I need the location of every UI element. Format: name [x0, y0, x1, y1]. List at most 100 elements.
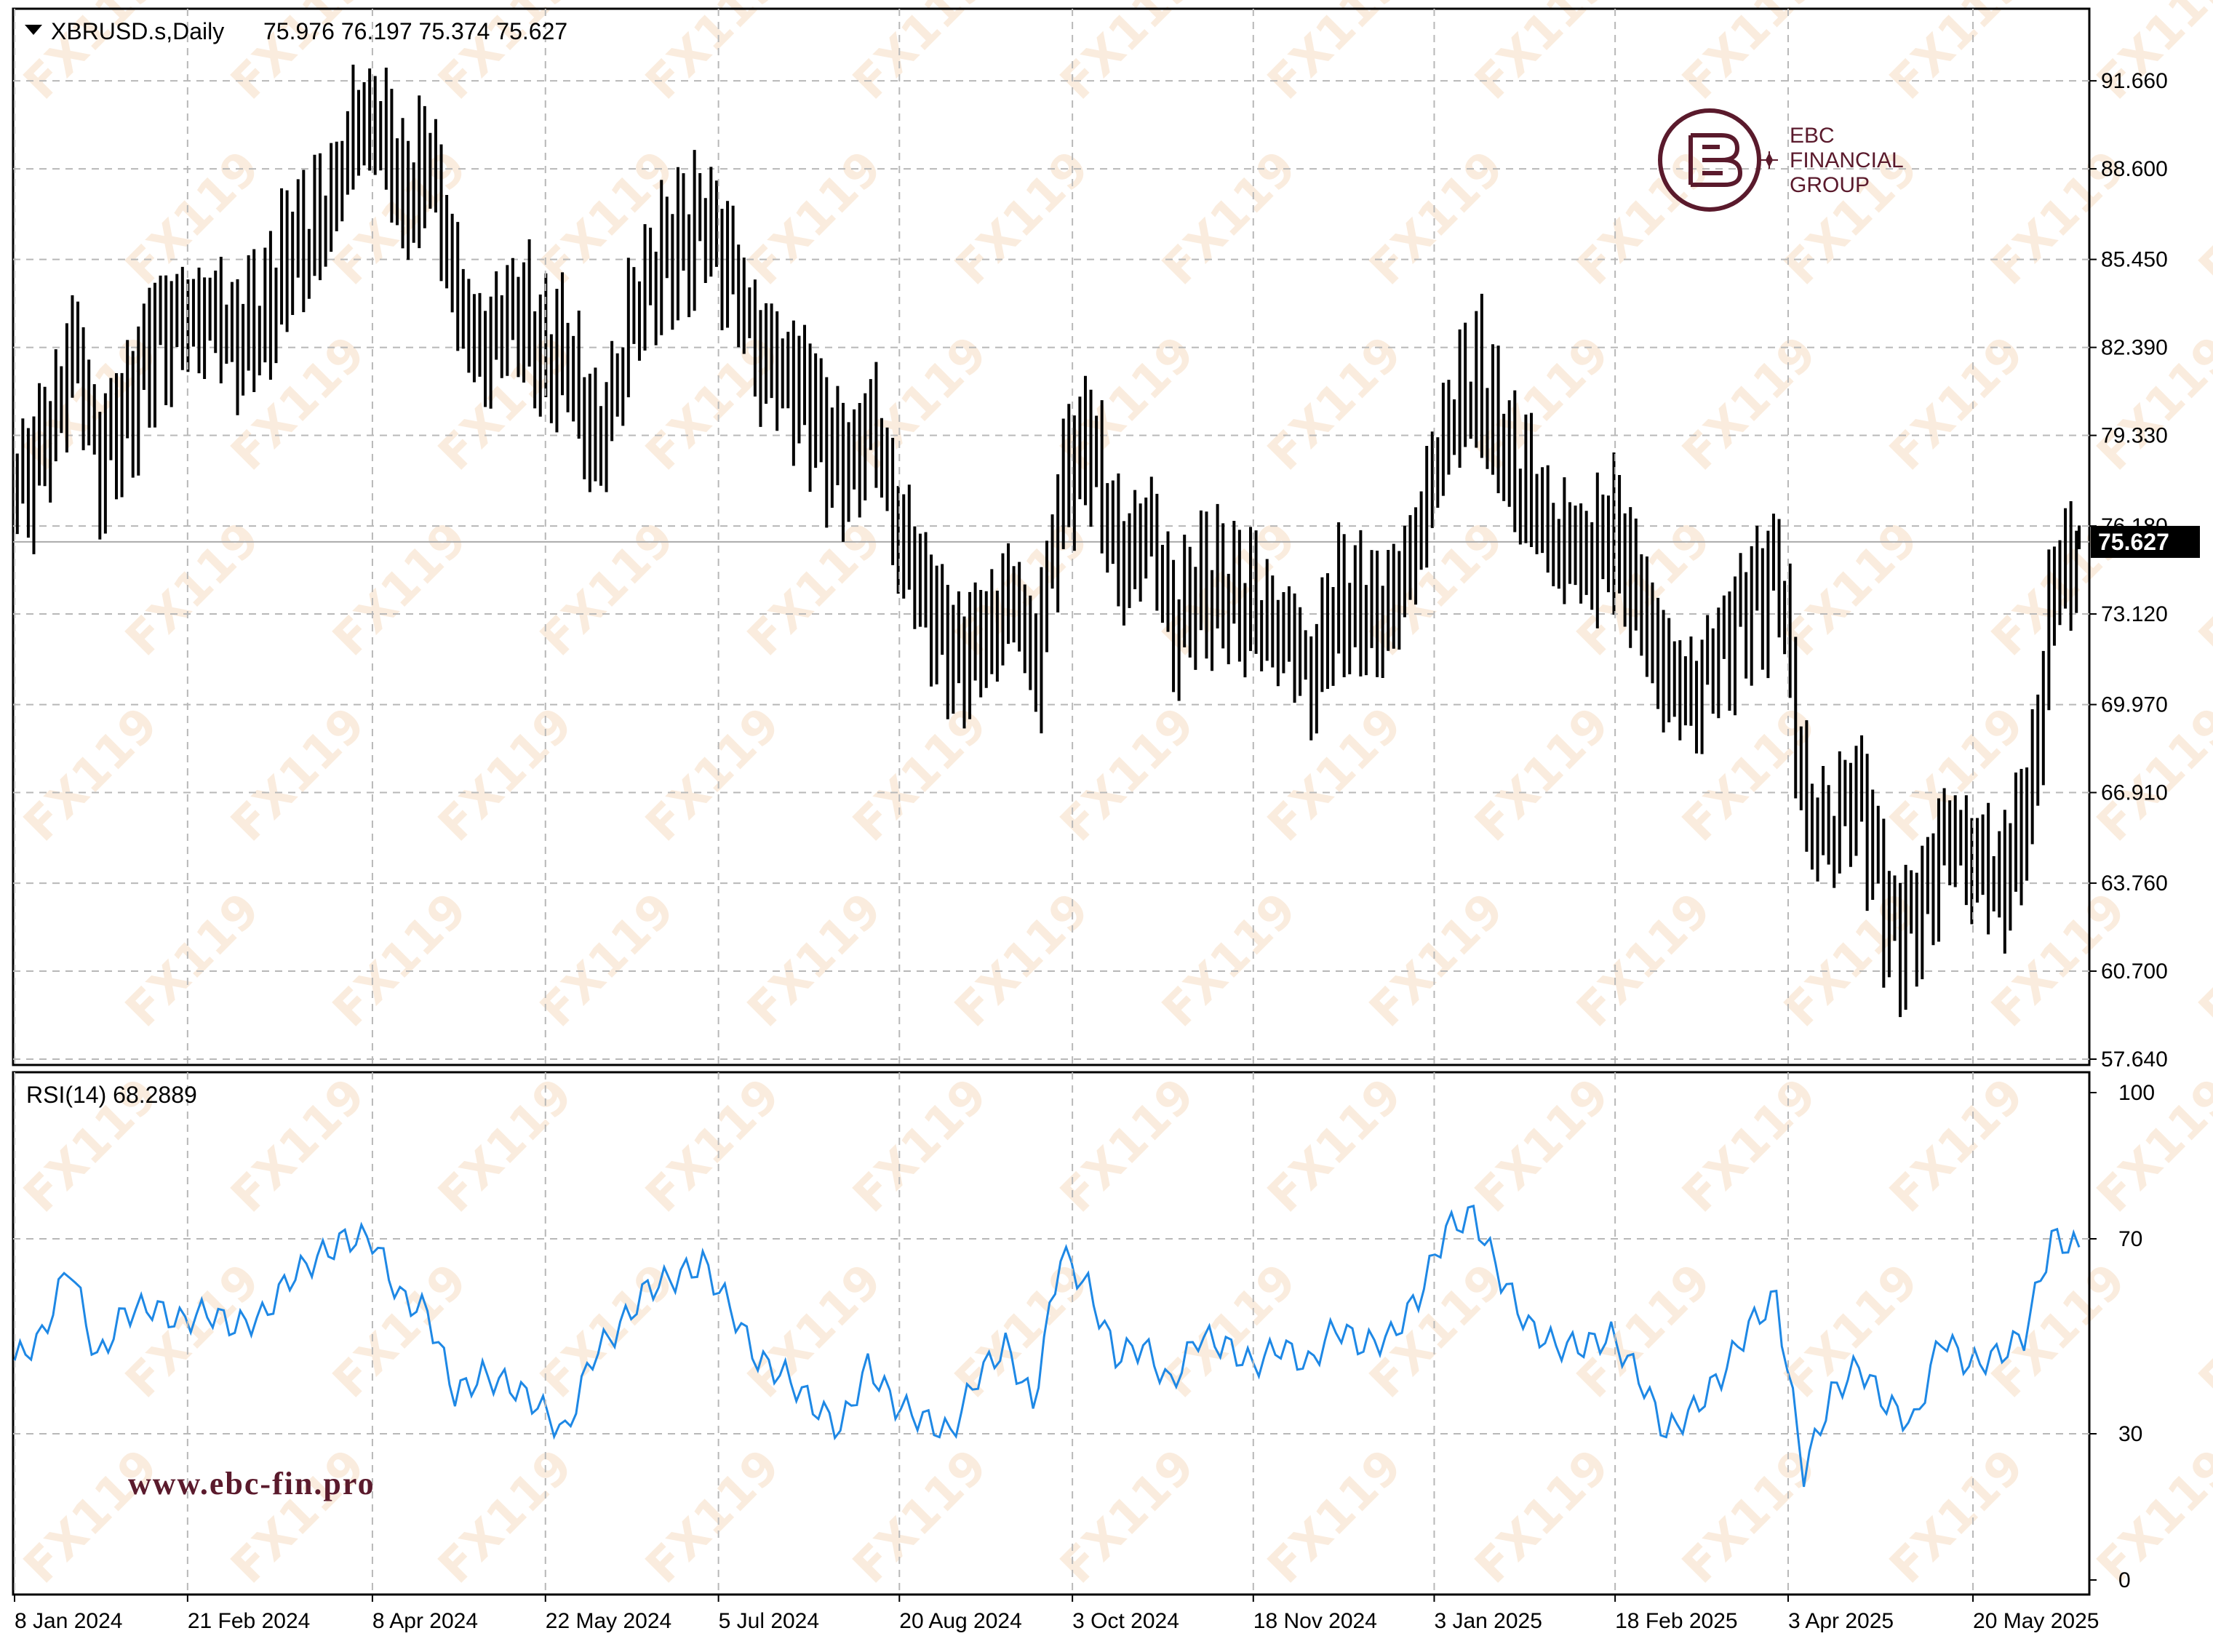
watermark-text: FX119	[428, 1440, 583, 1595]
watermark-text: FX119	[323, 883, 478, 1038]
watermark-text: FX119	[945, 883, 1100, 1038]
watermark-text: FX119	[738, 1254, 893, 1409]
watermark-text: FX119	[428, 1069, 583, 1224]
watermark-text: FX119	[1360, 883, 1515, 1038]
rsi-tick-label: 100	[2118, 1081, 2155, 1105]
date-tick-label: 18 Feb 2025	[1615, 1609, 1737, 1633]
rsi-tick-label: 30	[2118, 1422, 2142, 1446]
logo-line-2: FINANCIAL	[1790, 148, 1904, 172]
watermark-text: FX119	[636, 1440, 791, 1595]
watermark-text: FX119	[116, 1254, 271, 1409]
date-tick-label: 22 May 2024	[546, 1609, 671, 1633]
current-price-label: 75.627	[2098, 529, 2169, 555]
watermark-text: FX119	[1258, 1069, 1413, 1224]
date-tick-label: 3 Jan 2025	[1434, 1609, 1542, 1633]
date-tick-label: 3 Apr 2025	[1788, 1609, 1894, 1633]
watermark-text: FX119	[1152, 883, 1307, 1038]
watermark-text: FX119	[1258, 1440, 1413, 1595]
watermark-text: FX119	[1672, 1069, 1827, 1224]
watermark-text: FX119	[945, 141, 1100, 296]
watermark-text: FX119	[2087, 1440, 2213, 1595]
price-tick-label: 85.450	[2101, 248, 2168, 272]
watermark-text: FX119	[428, 327, 583, 482]
watermark-text: FX119	[14, 698, 169, 853]
watermark-text: FX119	[1152, 141, 1307, 296]
watermark-text: FX119	[1672, 327, 1827, 482]
watermark-text: FX119	[1567, 141, 1722, 296]
watermark-text: FX119	[738, 141, 893, 296]
watermark-text: FX119	[323, 1254, 478, 1409]
date-tick-label: 21 Feb 2024	[188, 1609, 310, 1633]
logo-line-1: EBC	[1790, 124, 1835, 148]
watermark-text: FX119	[1982, 1254, 2137, 1409]
watermark-text: FX119	[323, 512, 478, 667]
watermark-text: FX119	[221, 1440, 376, 1595]
watermark-text: FX119	[1880, 1440, 2035, 1595]
rsi-label: RSI(14) 68.2889	[26, 1082, 197, 1108]
watermark-text: FX119	[1050, 0, 1205, 110]
price-tick-label: 73.120	[2101, 602, 2168, 626]
watermark-text: FX119	[1567, 1254, 1722, 1409]
price-tick-label: 60.700	[2101, 959, 2168, 983]
date-tick-label: 18 Nov 2024	[1253, 1609, 1377, 1633]
watermark-text: FX119	[1465, 1069, 1620, 1224]
price-tick-label: 69.970	[2101, 693, 2168, 717]
website-link[interactable]: www.ebc-fin.pro	[128, 1466, 375, 1501]
rsi-line	[13, 1204, 2081, 1488]
watermark-text: FX119	[428, 698, 583, 853]
ohlc-values: 75.976 76.197 75.374 75.627	[263, 18, 567, 44]
watermark-text: FX119	[530, 883, 685, 1038]
watermark-text: FX119	[1465, 1440, 1620, 1595]
watermark-text: FX119	[2189, 1254, 2213, 1409]
watermark-text: FX119	[221, 1069, 376, 1224]
watermark-text: FX119	[1258, 698, 1413, 853]
watermark-text: FX119	[1880, 327, 2035, 482]
watermark-text: FX119	[1050, 698, 1205, 853]
watermark-text: FX119	[1465, 0, 1620, 110]
price-tick-label: 66.910	[2101, 781, 2168, 805]
watermark-text: FX119	[2087, 698, 2213, 853]
watermark-text: FX119	[843, 1069, 998, 1224]
price-tick-label: 82.390	[2101, 336, 2168, 360]
watermark-text: FX119	[1880, 0, 2035, 110]
date-tick-label: 5 Jul 2024	[719, 1609, 819, 1633]
watermark-text: FX119	[1774, 1254, 1929, 1409]
watermark-text: FX119	[1360, 1254, 1515, 1409]
date-tick-label: 3 Oct 2024	[1072, 1609, 1179, 1633]
rsi-tick-label: 70	[2118, 1227, 2142, 1251]
price-tick-label: 79.330	[2101, 424, 2168, 448]
watermark-text: FX119	[1672, 0, 1827, 110]
watermark-text: FX119	[14, 1440, 169, 1595]
watermark-text: FX119	[1050, 1440, 1205, 1595]
watermark-text: FX119	[945, 512, 1100, 667]
watermark-text: FX119	[221, 698, 376, 853]
watermark-text: FX119	[843, 698, 998, 853]
chevron-down-icon[interactable]	[25, 25, 42, 35]
watermark-text: FX119	[2189, 883, 2213, 1038]
watermark-text: FX119	[1774, 512, 1929, 667]
watermark-text: FX119	[1567, 883, 1722, 1038]
watermark-text: FX119	[843, 0, 998, 110]
date-tick-label: 8 Jan 2024	[15, 1609, 122, 1633]
watermark-text: FX119	[636, 1069, 791, 1224]
logo-line-3: GROUP	[1790, 173, 1870, 197]
watermark-text: FX119	[1258, 327, 1413, 482]
watermark-text: FX119	[2189, 141, 2213, 296]
price-tick-label: 88.600	[2101, 157, 2168, 181]
watermark-text: FX119	[530, 512, 685, 667]
symbol-info: XBRUSD.s,Daily	[51, 18, 224, 44]
watermark-text: FX119	[1880, 1069, 2035, 1224]
watermark-text: FX119	[1360, 141, 1515, 296]
watermark-text: FX119	[1465, 698, 1620, 853]
watermark-text: FX119	[1672, 1440, 1827, 1595]
watermark-text: FX119	[636, 698, 791, 853]
price-tick-label: 57.640	[2101, 1048, 2168, 1072]
watermark-text: FX119	[1258, 0, 1413, 110]
watermark-text: FX119	[428, 0, 583, 110]
watermark-text: FX119	[2087, 0, 2213, 110]
watermark-text: FX119	[1567, 512, 1722, 667]
date-tick-label: 8 Apr 2024	[372, 1609, 478, 1633]
date-tick-label: 20 May 2025	[1973, 1609, 2099, 1633]
date-tick-label: 20 Aug 2024	[899, 1609, 1022, 1633]
watermark-text: FX119	[1050, 1069, 1205, 1224]
